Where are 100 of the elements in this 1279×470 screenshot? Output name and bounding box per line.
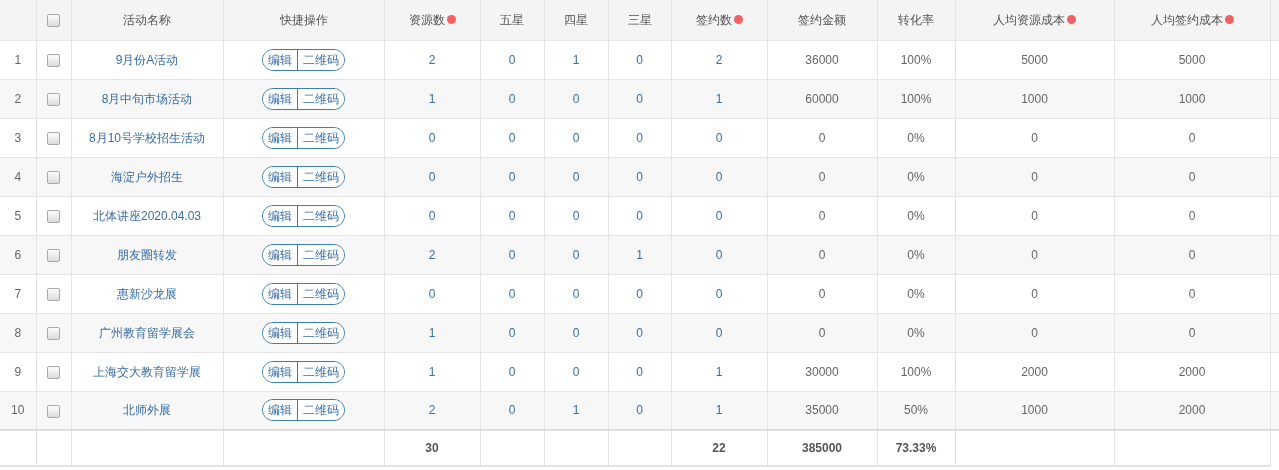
activity-link[interactable]: 北师外展 <box>123 403 171 418</box>
row-number: 10 <box>11 403 25 418</box>
table-cell: 0 <box>636 130 643 145</box>
table-cell: 0 <box>572 130 580 145</box>
qr-code-button[interactable]: 二维码 <box>297 166 344 187</box>
checkbox[interactable] <box>47 14 60 28</box>
table-cell: 0 <box>508 91 516 106</box>
checkbox[interactable] <box>47 53 60 67</box>
total-value: 30 <box>425 441 439 455</box>
table-cell: 0 <box>818 247 826 262</box>
column-header: 活动名称 <box>123 11 171 29</box>
column-header: 人均资源成本 <box>993 11 1065 29</box>
checkbox[interactable] <box>47 404 60 418</box>
table-cell: 50% <box>904 403 928 418</box>
table-cell: 0% <box>907 208 925 223</box>
table-cell: 0 <box>1031 286 1038 301</box>
column-header: 人均签约成本 <box>1150 11 1223 29</box>
activity-link[interactable]: 海淀户外招生 <box>111 169 183 184</box>
row-number: 6 <box>14 247 22 262</box>
table-cell: 0 <box>636 403 643 418</box>
checkbox[interactable] <box>47 209 60 223</box>
checkbox[interactable] <box>47 170 60 184</box>
checkbox[interactable] <box>47 92 60 106</box>
checkbox[interactable] <box>47 365 60 379</box>
table-cell: 5000 <box>1021 52 1048 67</box>
qr-code-button[interactable]: 二维码 <box>297 49 344 70</box>
table-cell: 1 <box>572 403 580 418</box>
table-cell: 0 <box>1031 130 1038 145</box>
table-cell: 0% <box>907 130 925 145</box>
table-cell: 35000 <box>805 403 839 418</box>
column-header: 转化率 <box>898 11 934 29</box>
qr-code-button[interactable]: 二维码 <box>297 322 344 343</box>
row-number: 5 <box>14 208 22 223</box>
row-number: 4 <box>14 169 22 184</box>
qr-code-button[interactable]: 二维码 <box>297 400 344 421</box>
qr-code-button[interactable]: 二维码 <box>297 283 344 304</box>
table-cell: 0 <box>572 169 580 184</box>
qr-code-button[interactable]: 二维码 <box>297 205 344 226</box>
table-cell: 0 <box>715 325 723 340</box>
table-cell: 100% <box>900 364 932 379</box>
column-header: 五星 <box>500 11 524 29</box>
table-cell: 0 <box>1031 247 1038 262</box>
table-cell: 0 <box>572 247 580 262</box>
activity-link[interactable]: 朋友圈转发 <box>117 247 177 262</box>
checkbox[interactable] <box>47 131 60 145</box>
table-cell: 0% <box>907 247 925 262</box>
table-cell: 0 <box>1031 325 1038 340</box>
qr-code-button[interactable]: 二维码 <box>297 127 344 148</box>
column-header: 签约金额 <box>798 11 846 29</box>
table-cell: 0 <box>715 247 723 262</box>
table-cell: 0% <box>907 286 925 301</box>
row-number: 8 <box>14 325 22 340</box>
table-cell: 2 <box>428 52 436 67</box>
table-cell: 0 <box>428 286 436 301</box>
table-cell: 1 <box>428 325 436 340</box>
activity-link[interactable]: 广州教育留学展会 <box>99 325 195 340</box>
table-cell: 1 <box>428 364 436 379</box>
table-cell: 0 <box>1188 169 1196 184</box>
table-cell: 2 <box>715 52 723 67</box>
checkbox[interactable] <box>47 248 60 262</box>
table-cell: 0 <box>636 364 643 379</box>
activity-link[interactable]: 上海交大教育留学展 <box>93 364 201 379</box>
table-cell: 0 <box>636 52 643 67</box>
column-header: 三星 <box>627 11 652 29</box>
row-number: 1 <box>14 52 22 67</box>
activity-link[interactable]: 北体讲座2020.04.03 <box>92 208 202 223</box>
checkbox[interactable] <box>47 287 60 301</box>
table-cell: 2000 <box>1178 403 1206 418</box>
table-cell: 2 <box>428 403 436 418</box>
activity-link[interactable]: 9月份A活动 <box>115 52 179 67</box>
row-number: 9 <box>14 364 22 379</box>
table-cell: 0 <box>508 208 516 223</box>
qr-code-button[interactable]: 二维码 <box>297 361 344 382</box>
qr-code-button[interactable]: 二维码 <box>297 88 344 109</box>
table-cell: 1 <box>428 91 436 106</box>
table-cell: 0 <box>715 130 723 145</box>
table-cell: 0 <box>572 208 580 223</box>
table-cell: 0 <box>715 208 723 223</box>
table-cell: 1 <box>715 91 723 106</box>
table-cell: 60000 <box>805 91 839 106</box>
checkbox[interactable] <box>47 326 60 340</box>
activity-link[interactable]: 8月10号学校招生活动 <box>89 130 205 145</box>
activity-link[interactable]: 惠新沙龙展 <box>117 286 177 301</box>
activity-link[interactable]: 8月中旬市场活动 <box>101 91 193 106</box>
qr-code-button[interactable]: 二维码 <box>297 244 344 265</box>
table-cell: 0 <box>1188 325 1196 340</box>
table-cell: 2000 <box>1021 364 1048 379</box>
table-cell: 0 <box>508 169 516 184</box>
table-cell: 0 <box>572 364 580 379</box>
table-cell: 0 <box>508 325 516 340</box>
table-cell: 0 <box>715 169 723 184</box>
table-cell: 0 <box>1031 169 1038 184</box>
table-cell: 1 <box>636 247 643 262</box>
table-cell: 0 <box>636 325 643 340</box>
table-cell: 0 <box>818 169 826 184</box>
table-cell: 30000 <box>805 364 839 379</box>
table-cell: 100% <box>900 91 932 106</box>
table-cell: 0 <box>636 208 643 223</box>
table-cell: 0 <box>818 208 826 223</box>
total-value: 73.33% <box>895 441 937 455</box>
